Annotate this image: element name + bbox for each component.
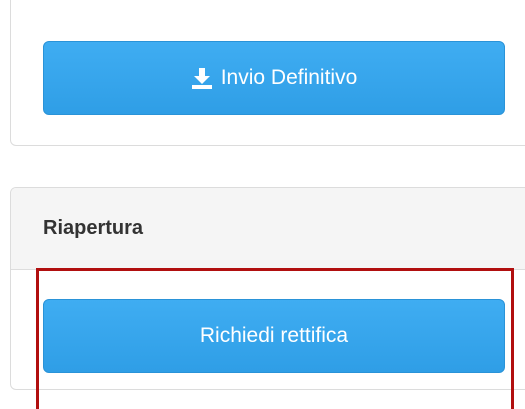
- submission-panel: Invio Definitivo: [10, 0, 525, 146]
- download-icon: [191, 67, 213, 89]
- invio-definitivo-button[interactable]: Invio Definitivo: [43, 41, 505, 115]
- riapertura-title: Riapertura: [43, 217, 144, 239]
- riapertura-heading: Riapertura: [11, 188, 525, 270]
- richiedi-rettifica-button[interactable]: Richiedi rettifica: [43, 299, 505, 373]
- screen: Invio Definitivo Riapertura Richiedi ret…: [0, 0, 525, 409]
- invio-definitivo-label: Invio Definitivo: [220, 66, 358, 89]
- richiedi-rettifica-label: Richiedi rettifica: [199, 324, 349, 347]
- riapertura-panel: Riapertura Richiedi rettifica: [10, 187, 525, 390]
